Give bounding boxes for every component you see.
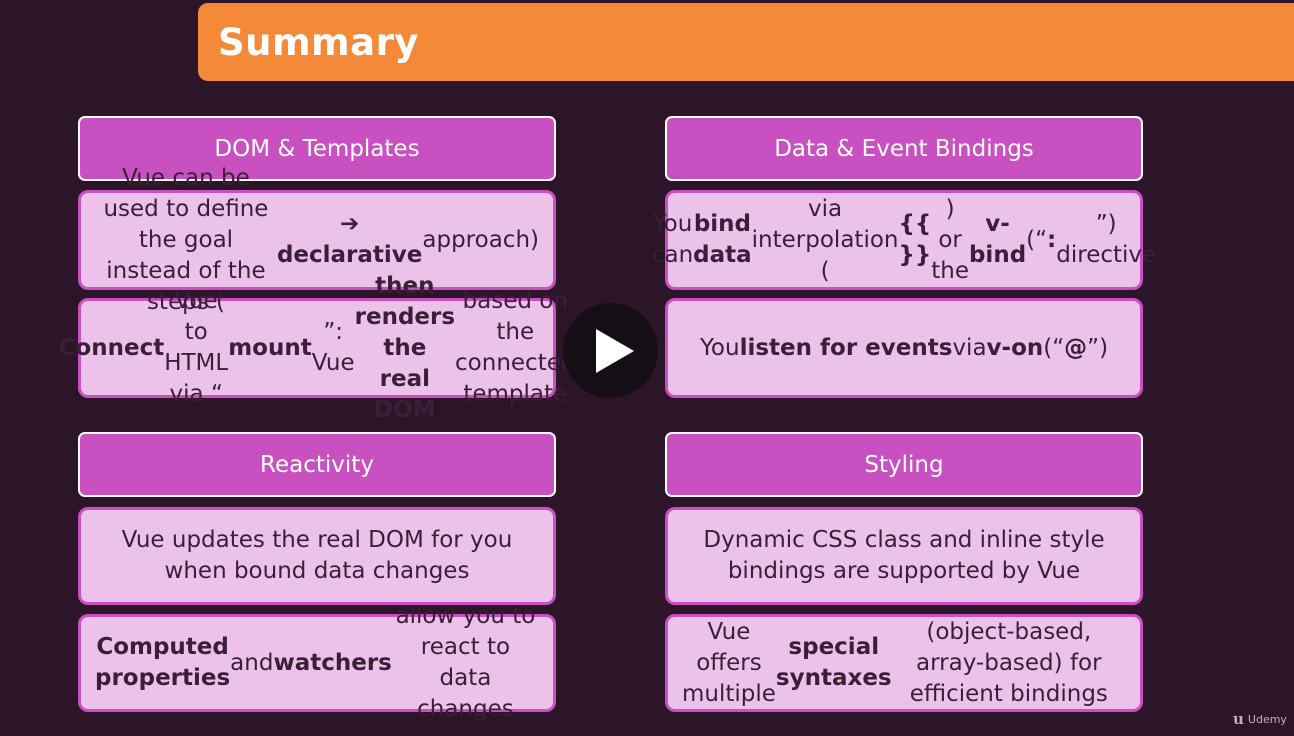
section-heading: Reactivity (78, 432, 556, 497)
summary-box: Dynamic CSS class and inline style bindi… (665, 507, 1143, 605)
title-banner: Summary (198, 3, 1294, 81)
play-icon (595, 328, 634, 373)
section-heading: Data & Event Bindings (665, 116, 1143, 181)
udemy-label: Udemy (1247, 712, 1287, 726)
summary-box: Vue offers multiple special syntaxes (ob… (665, 614, 1143, 712)
page-title: Summary (218, 20, 419, 64)
summary-box: Vue updates the real DOM for you when bo… (78, 507, 556, 605)
udemy-icon: u (1233, 710, 1244, 728)
summary-box: Vue can be used to define the goal inste… (78, 165, 556, 315)
summary-box: You listen for events via v-on (“ @”) (665, 298, 1143, 398)
summary-box: You can bind data via interpolation ({{ … (652, 190, 1156, 290)
section-heading: Styling (665, 432, 1143, 497)
section-data-bindings: Data & Event Bindings You can bind data … (652, 116, 1156, 398)
summary-box: Computed properties and watchers allow y… (78, 603, 556, 722)
section-reactivity: Reactivity Vue updates the real DOM for … (78, 432, 556, 722)
section-dom-templates: DOM & Templates Vue can be used to defin… (59, 116, 575, 423)
udemy-logo: u Udemy (1233, 709, 1287, 729)
section-styling: Styling Dynamic CSS class and inline sty… (665, 432, 1143, 712)
play-button[interactable] (563, 303, 658, 398)
